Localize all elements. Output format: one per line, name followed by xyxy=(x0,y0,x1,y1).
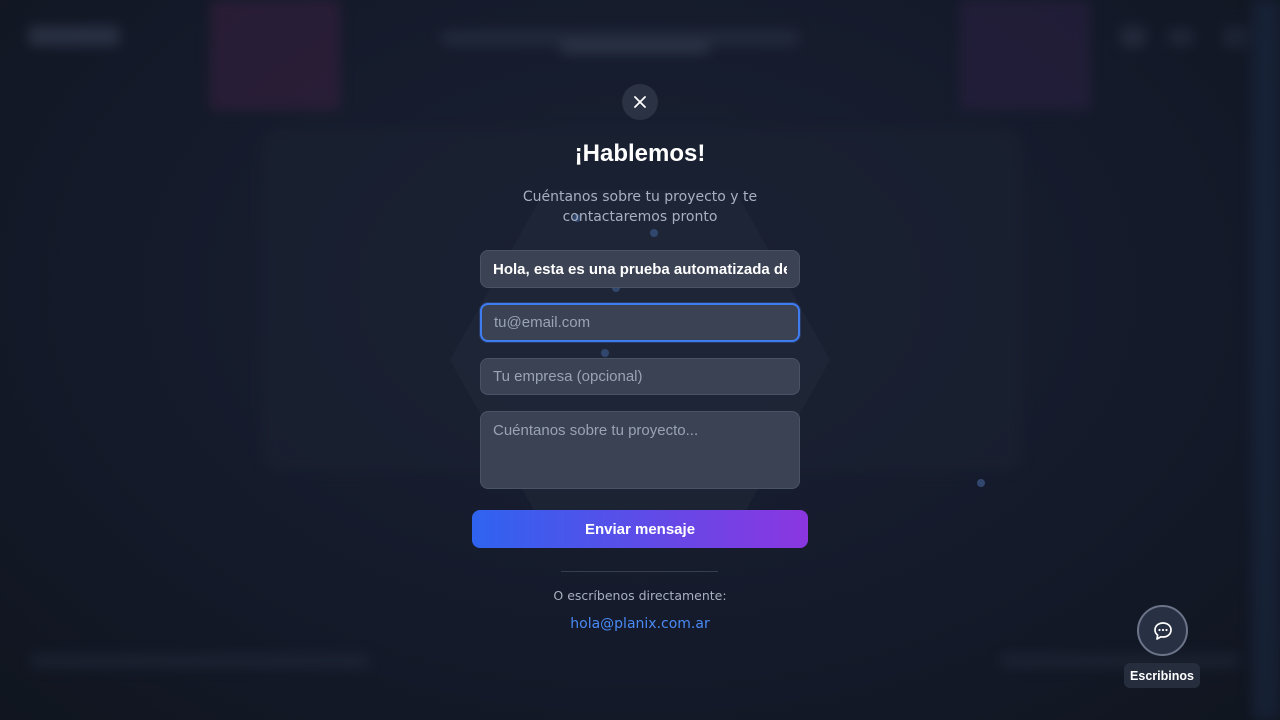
close-button[interactable] xyxy=(622,84,658,120)
company-input[interactable] xyxy=(480,358,800,395)
background-nav-icon xyxy=(1222,26,1248,48)
stage: ¡Hablemos! Cuéntanos sobre tu proyecto y… xyxy=(0,0,1280,720)
modal-title: ¡Hablemos! xyxy=(574,140,706,167)
email-input[interactable] xyxy=(480,303,800,342)
chat-bubble-icon xyxy=(1153,621,1172,640)
background-footer-text xyxy=(30,654,370,668)
chat-widget-label: Escribinos xyxy=(1124,663,1200,688)
close-icon xyxy=(634,96,646,108)
name-input[interactable] xyxy=(480,250,800,288)
chat-widget-button[interactable] xyxy=(1137,605,1188,656)
decorative-particle xyxy=(977,479,985,487)
background-nav-icon xyxy=(1120,26,1146,48)
background-nav-title xyxy=(560,40,710,54)
contact-email-link[interactable]: hola@planix.com.ar xyxy=(500,616,780,632)
divider xyxy=(561,571,718,572)
message-textarea[interactable] xyxy=(480,411,800,489)
background-logo xyxy=(28,26,120,46)
modal-subtitle: Cuéntanos sobre tu proyecto y te contact… xyxy=(522,189,758,225)
background-nav-icon xyxy=(1168,28,1194,46)
background-image-left xyxy=(210,0,340,110)
background-footer-text xyxy=(1000,654,1240,668)
decorative-particle xyxy=(601,349,609,357)
background-image-right xyxy=(960,0,1090,110)
submit-button[interactable]: Enviar mensaje xyxy=(472,510,808,548)
alt-contact-text: O escríbenos directamente: xyxy=(553,588,727,603)
background-scrollbar xyxy=(1252,0,1280,720)
decorative-particle xyxy=(650,229,658,237)
